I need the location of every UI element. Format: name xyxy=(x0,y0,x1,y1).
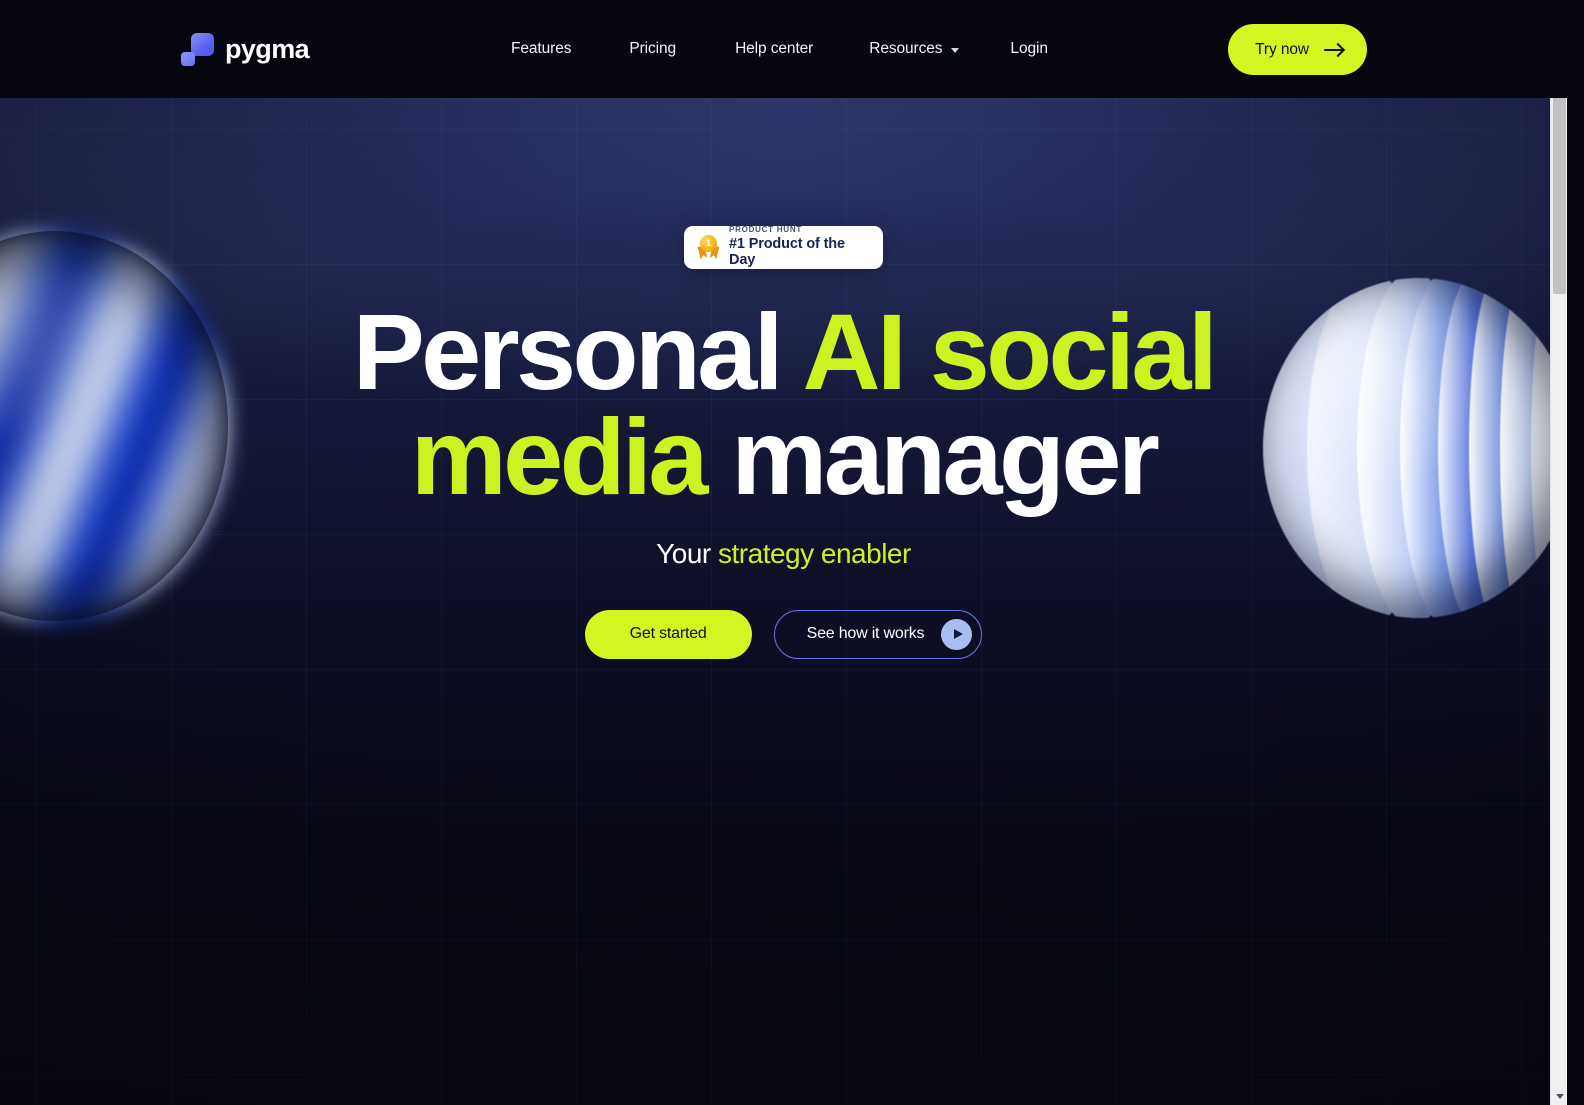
main-navigation: Features Pricing Help center Resources L… xyxy=(511,0,1048,98)
try-now-label: Try now xyxy=(1255,40,1309,58)
arrow-right-icon xyxy=(1324,43,1344,57)
product-hunt-title: #1 Product of the Day xyxy=(729,235,845,269)
headline-part-3: media xyxy=(410,395,709,517)
nav-label-features: Features xyxy=(511,40,572,57)
hero-cta-row: Get started See how it works xyxy=(584,609,983,659)
nav-label-resources: Resources xyxy=(869,40,943,57)
product-hunt-badge[interactable]: 1 PRODUCT HUNT #1 Product of the Day xyxy=(684,224,883,269)
nav-item-help-center[interactable]: Help center xyxy=(735,40,813,58)
brand-name: pygma xyxy=(225,34,310,64)
nav-label-login: Login xyxy=(1010,40,1048,57)
hero-content: 1 PRODUCT HUNT #1 Product of the Day Per… xyxy=(0,98,1567,1105)
play-circle-icon xyxy=(941,618,973,650)
pygma-squares-logo-icon xyxy=(181,33,214,66)
hero-headline: Personal AI social media manager xyxy=(294,298,1274,511)
nav-item-login[interactable]: Login xyxy=(1010,40,1048,58)
nav-item-features[interactable]: Features xyxy=(511,40,571,58)
product-hunt-medal-icon: 1 xyxy=(698,235,719,260)
see-how-it-works-button[interactable]: See how it works xyxy=(773,609,983,659)
headline-part-1: Personal xyxy=(352,291,803,412)
brand-logo[interactable]: pygma xyxy=(181,33,310,66)
get-started-button[interactable]: Get started xyxy=(584,609,752,659)
headline-part-4: manager xyxy=(704,395,1160,517)
try-now-button[interactable]: Try now xyxy=(1228,24,1367,75)
hero-subheadline: Your strategy enabler xyxy=(656,538,911,570)
subheadline-part-2: strategy enabler xyxy=(718,537,911,569)
hero-section: 1 PRODUCT HUNT #1 Product of the Day Per… xyxy=(0,98,1567,1105)
product-hunt-kicker: PRODUCT HUNT xyxy=(729,224,802,234)
nav-item-resources[interactable]: Resources xyxy=(869,40,960,58)
subheadline-part-1: Your xyxy=(656,537,719,569)
nav-item-pricing[interactable]: Pricing xyxy=(629,40,676,58)
chevron-down-icon xyxy=(951,47,960,53)
browser-viewport: 1 PRODUCT HUNT #1 Product of the Day Per… xyxy=(0,0,1567,1105)
medal-number: 1 xyxy=(705,237,712,249)
site-header: pygma Features Pricing Help center Resou… xyxy=(0,0,1567,98)
see-how-it-works-label: See how it works xyxy=(806,625,925,642)
nav-label-pricing: Pricing xyxy=(629,40,677,57)
headline-part-2: AI social xyxy=(802,291,1218,412)
nav-label-help-center: Help center xyxy=(735,40,814,57)
